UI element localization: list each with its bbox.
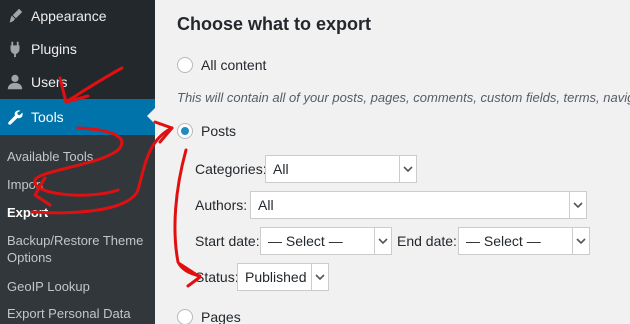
export-panel: Choose what to export All content This w… xyxy=(155,0,630,324)
submenu-item-backup-restore[interactable]: Backup/Restore Theme Options xyxy=(7,232,152,266)
categories-value: All xyxy=(273,161,289,177)
menu-item-users[interactable]: Users xyxy=(0,65,155,99)
status-select[interactable]: Published xyxy=(237,263,329,291)
menu-item-tools[interactable]: Tools xyxy=(0,99,155,135)
start-date-value: — Select — xyxy=(268,233,343,249)
submenu-item-available-tools[interactable]: Available Tools xyxy=(7,148,152,165)
chevron-down-icon xyxy=(399,156,416,182)
menu-item-label: Appearance xyxy=(31,8,107,24)
menu-item-label: Plugins xyxy=(31,41,77,57)
menu-item-label: Users xyxy=(31,74,68,90)
chevron-down-icon xyxy=(569,192,586,218)
posts-option[interactable]: Posts xyxy=(177,123,236,139)
authors-select[interactable]: All xyxy=(250,191,587,219)
tools-submenu: Available Tools Import Export Backup/Res… xyxy=(0,135,155,324)
authors-label: Authors: xyxy=(195,197,248,213)
categories-label: Categories: xyxy=(195,161,267,177)
all-content-radio[interactable] xyxy=(177,57,193,73)
all-content-description: This will contain all of your posts, pag… xyxy=(177,90,630,105)
submenu-item-export-personal-data[interactable]: Export Personal Data xyxy=(7,305,152,322)
menu-item-appearance[interactable]: Appearance xyxy=(0,0,155,33)
plugin-icon xyxy=(5,39,25,59)
pages-option[interactable]: Pages xyxy=(177,309,241,324)
chevron-down-icon xyxy=(311,264,328,290)
submenu-item-import[interactable]: Import xyxy=(7,176,152,193)
start-date-select[interactable]: — Select — xyxy=(260,227,392,255)
pages-radio[interactable] xyxy=(177,309,193,324)
chevron-down-icon xyxy=(572,228,589,254)
paintbrush-icon xyxy=(5,6,25,26)
all-content-label: All content xyxy=(201,57,267,73)
authors-value: All xyxy=(258,197,274,213)
wrench-icon xyxy=(5,107,25,127)
menu-item-plugins[interactable]: Plugins xyxy=(0,32,155,66)
categories-select[interactable]: All xyxy=(265,155,417,183)
user-icon xyxy=(5,72,25,92)
status-label: Status: xyxy=(195,269,239,285)
menu-item-label: Tools xyxy=(31,109,64,125)
submenu-item-geoip-lookup[interactable]: GeoIP Lookup xyxy=(7,278,152,295)
posts-radio[interactable] xyxy=(177,123,193,139)
status-value: Published xyxy=(245,269,307,285)
end-date-value: — Select — xyxy=(466,233,541,249)
chevron-down-icon xyxy=(374,228,391,254)
current-menu-arrow xyxy=(147,108,155,124)
pages-label: Pages xyxy=(201,309,241,324)
all-content-option[interactable]: All content xyxy=(177,57,266,73)
admin-sidebar: Appearance Plugins Users Tools Available… xyxy=(0,0,155,324)
start-date-label: Start date: xyxy=(195,233,260,249)
end-date-label: End date: xyxy=(397,233,457,249)
posts-label: Posts xyxy=(201,123,237,139)
end-date-select[interactable]: — Select — xyxy=(458,227,590,255)
page-title: Choose what to export xyxy=(177,14,372,34)
submenu-item-export[interactable]: Export xyxy=(7,204,152,221)
